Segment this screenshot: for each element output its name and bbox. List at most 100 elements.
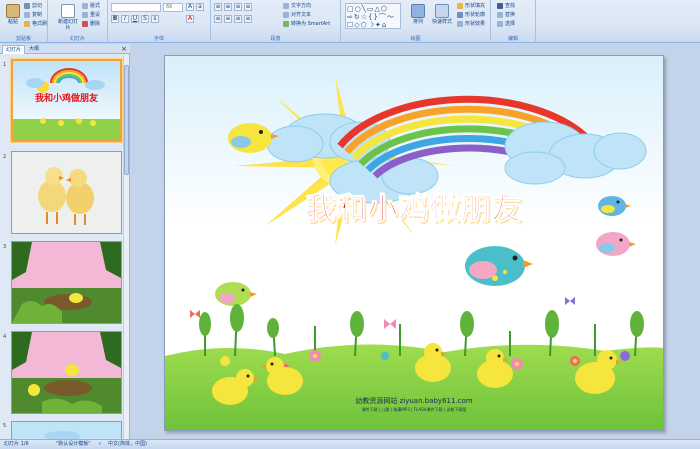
- watermark-site-name: 幼教资源网站 ziyuan.baby611.com: [355, 397, 473, 405]
- shape-effects-button[interactable]: 形状效果: [457, 20, 485, 28]
- font-name-field[interactable]: [111, 3, 161, 12]
- find-button[interactable]: 查找: [497, 2, 515, 10]
- layout-icon: [82, 2, 88, 9]
- effects-icon: [457, 20, 463, 27]
- drawing-group: ▢○╲▭△⬠ ⇨↻☆{}⌒〜 ☐◇⬡☽✦⌂ 排列 快速样式 形状填充 形状轮廓 形状…: [341, 0, 491, 43]
- new-slide-button[interactable]: 新建幻灯片: [56, 3, 80, 33]
- replace-icon: [497, 11, 503, 18]
- delete-icon: [82, 20, 88, 27]
- text-direction-icon: [283, 2, 289, 9]
- shrink-font-icon[interactable]: a: [196, 3, 204, 11]
- copy-button[interactable]: 复制: [24, 11, 42, 19]
- justify-icon[interactable]: ≡: [244, 15, 252, 23]
- align-text-button[interactable]: 对齐文本: [283, 11, 311, 19]
- arrange-icon: [411, 4, 425, 18]
- drawing-group-label: 绘图: [410, 36, 421, 42]
- grow-font-icon[interactable]: A: [186, 3, 194, 11]
- cut-button[interactable]: 剪切: [24, 2, 42, 10]
- scissors-icon: [24, 2, 30, 9]
- font-group-label: 字体: [153, 36, 164, 42]
- align-right-icon[interactable]: ≡: [234, 15, 242, 23]
- slides-group-label: 幻灯片: [69, 36, 85, 42]
- scrollbar-thumb[interactable]: [124, 65, 129, 175]
- font-size-field[interactable]: 66: [163, 3, 183, 12]
- quick-styles-button[interactable]: 快速样式: [429, 3, 455, 33]
- bullets-icon[interactable]: ≡: [214, 3, 222, 11]
- paste-icon: [6, 4, 20, 18]
- slide-number: 1: [3, 62, 7, 68]
- fill-bucket-icon: [457, 2, 463, 9]
- status-bar: 幻灯片 1/6 "默认设计模板" ✓ 中文(简体，中国): [0, 439, 700, 449]
- shadow-icon[interactable]: s: [151, 15, 159, 23]
- slides-group: 新建幻灯片 版式 重设 删除 幻灯片: [48, 0, 108, 43]
- shapes-gallery[interactable]: ▢○╲▭△⬠ ⇨↻☆{}⌒〜 ☐◇⬡☽✦⌂: [345, 3, 401, 29]
- slide-thumbnail-3[interactable]: [11, 241, 122, 324]
- binoculars-icon: [497, 2, 503, 9]
- reset-button[interactable]: 重设: [82, 11, 100, 19]
- brush-icon: [24, 20, 30, 27]
- new-slide-icon: [61, 4, 75, 18]
- watermark-site-links: 课件下载 | 儿歌 | 故事MP3 | FLASH课件下载 | 试卷下载版: [361, 407, 467, 412]
- paragraph-group-label: 段落: [270, 36, 281, 42]
- editing-canvas: 我和小鸡做朋友 幼教资源网站 ziyuan.baby611.com 课件下载 |…: [131, 44, 700, 439]
- theme-status[interactable]: "默认设计模板": [56, 440, 91, 449]
- decrease-indent-icon[interactable]: ≡: [234, 3, 242, 11]
- thumb-2-art: [12, 152, 121, 233]
- close-icon[interactable]: ×: [121, 45, 127, 53]
- text-direction-button[interactable]: 文字方向: [283, 2, 311, 10]
- layout-button[interactable]: 版式: [82, 2, 100, 10]
- underline-icon[interactable]: U: [131, 15, 139, 23]
- slide-number: 3: [3, 244, 7, 250]
- editing-group: 查找 替换 选择 编辑: [491, 0, 536, 43]
- thumb-4-art: [12, 332, 121, 413]
- slide-number: 5: [3, 423, 7, 429]
- align-center-icon[interactable]: ≡: [224, 15, 232, 23]
- thumb-1-title: 我和小鸡做朋友: [34, 94, 98, 104]
- slide-count-status: 幻灯片 1/6: [4, 441, 29, 447]
- current-slide[interactable]: 我和小鸡做朋友 幼教资源网站 ziyuan.baby611.com 课件下载 |…: [164, 55, 664, 431]
- outline-icon: [457, 11, 463, 18]
- align-text-icon: [283, 11, 289, 18]
- slide-thumbnail-4[interactable]: [11, 331, 122, 414]
- panel-scrollbar[interactable]: [123, 55, 129, 439]
- language-status[interactable]: 中文(简体，中国): [108, 440, 147, 449]
- select-arrow-icon: [497, 20, 503, 27]
- thumb-3-art: [12, 242, 121, 323]
- clipboard-group-label: 剪贴板: [15, 36, 31, 42]
- replace-button[interactable]: 替换: [497, 11, 515, 19]
- smartart-button[interactable]: 转换为 SmartArt: [283, 20, 330, 28]
- slides-panel: 幻灯片 大纲 × 1 我和小鸡做朋友 2 3 4 5: [0, 44, 130, 441]
- panel-tabs: 幻灯片 大纲 ×: [0, 44, 130, 54]
- format-painter-button[interactable]: 格式刷: [24, 20, 47, 28]
- slide-number: 4: [3, 334, 7, 340]
- bold-icon[interactable]: B: [111, 15, 119, 23]
- strikethrough-icon[interactable]: S: [141, 15, 149, 23]
- italic-icon[interactable]: I: [121, 15, 129, 23]
- increase-indent-icon[interactable]: ≡: [244, 3, 252, 11]
- arrange-button[interactable]: 排列: [407, 3, 429, 33]
- shape-fill-button[interactable]: 形状填充: [457, 2, 485, 10]
- paste-button[interactable]: 粘贴: [2, 3, 24, 33]
- align-left-icon[interactable]: ≡: [214, 15, 222, 23]
- slide-title[interactable]: 我和小鸡做朋友: [165, 184, 663, 228]
- clipboard-group: 粘贴 剪切 复制 格式刷 剪贴板: [0, 0, 48, 43]
- quick-styles-icon: [435, 4, 449, 18]
- copy-icon: [24, 11, 30, 18]
- check-icon: ✓: [98, 441, 103, 447]
- font-color-icon[interactable]: A: [186, 15, 194, 23]
- slide-thumbnail-5[interactable]: [11, 421, 122, 441]
- shape-outline-button[interactable]: 形状轮廓: [457, 11, 485, 19]
- ribbon: 粘贴 剪切 复制 格式刷 剪贴板 新建幻灯片 版式 重设 删除 幻灯片 66 A…: [0, 0, 700, 43]
- slide-number: 2: [3, 154, 7, 160]
- paragraph-group: ≡ ≡ ≡ ≡ ≡ ≡ ≡ ≡ 文字方向 对齐文本 转换为 SmartArt 段…: [211, 0, 341, 43]
- thumb-5-art: [12, 422, 121, 440]
- delete-slide-button[interactable]: 删除: [82, 20, 100, 28]
- slide-thumbnail-2[interactable]: [11, 151, 122, 234]
- tab-slides[interactable]: 幻灯片: [2, 45, 26, 54]
- tab-outline[interactable]: 大纲: [26, 45, 42, 54]
- reset-icon: [82, 11, 88, 18]
- numbering-icon[interactable]: ≡: [224, 3, 232, 11]
- select-button[interactable]: 选择: [497, 20, 515, 28]
- editing-group-label: 编辑: [507, 36, 518, 42]
- slide-thumbnail-1[interactable]: 我和小鸡做朋友: [11, 59, 122, 142]
